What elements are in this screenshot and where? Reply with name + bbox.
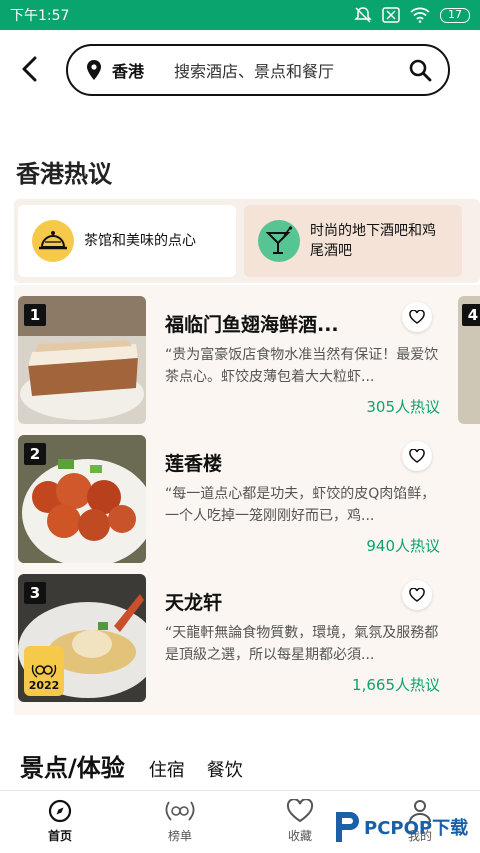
save-button[interactable] <box>402 580 432 610</box>
theme-label: 茶馆和美味的点心 <box>84 233 196 249</box>
top-bar: 香港 搜索酒店、景点和餐厅 <box>0 30 480 110</box>
pcpop-logo-icon <box>336 812 359 842</box>
mention-count: 1,665人热议 <box>352 676 440 694</box>
location-pin-icon <box>87 60 101 80</box>
chevron-left-icon <box>22 56 37 82</box>
list-item[interactable]: 1 福临门鱼翅海鲜酒... “贵为富豪饭店食物水准当然有保证！最爱饮茶点心。虾饺… <box>18 296 460 424</box>
restaurant-photo[interactable]: 2 <box>18 435 146 563</box>
battery-indicator: 17 <box>440 7 470 23</box>
nav-favorites[interactable]: 收藏 <box>260 799 340 844</box>
back-button[interactable] <box>14 54 44 84</box>
watermark: PCPOP下载 <box>332 808 468 846</box>
status-icons: 17 <box>354 6 470 24</box>
heart-icon <box>409 588 425 602</box>
nav-home[interactable]: 首页 <box>20 799 100 844</box>
restaurant-name[interactable]: 天龙轩 <box>165 588 345 615</box>
restaurant-photo[interactable]: 1 <box>18 296 146 424</box>
city-label[interactable]: 香港 <box>112 58 144 82</box>
restaurant-photo[interactable]: 3 2022 <box>18 574 146 702</box>
review-snippet: “贵为富豪饭店食物水准当然有保证！最爱饮茶点心。虾饺皮薄包着大大粒虾... <box>165 347 439 385</box>
theme-label: 时尚的地下酒吧和鸡尾酒吧 <box>310 223 436 259</box>
list-item[interactable]: 2 莲香楼 “每一道点心都是功夫，虾饺的皮Q肉馅鲜，一个人吃掉一笼刚刚好而已，鸡… <box>18 435 460 563</box>
next-card-peek[interactable]: 4 <box>458 296 480 424</box>
save-button[interactable] <box>402 441 432 471</box>
cocktail-icon <box>258 220 300 262</box>
section-title: 香港热议 <box>16 160 112 188</box>
rank-badge: 3 <box>24 582 46 604</box>
heart-icon <box>286 799 314 823</box>
review-snippet: “天龍軒無論食物質數，環境，氣氛及服務都是頂級之選，所以每星期都必須... <box>165 625 439 663</box>
status-time: 下午1:57 <box>10 8 70 24</box>
mention-count: 940人热议 <box>366 537 440 555</box>
rank-badge: 2 <box>24 443 46 465</box>
tab-dining[interactable]: 餐饮 <box>207 756 243 782</box>
restaurant-name[interactable]: 莲香楼 <box>165 449 345 476</box>
restaurant-list: 1 福临门鱼翅海鲜酒... “贵为富豪饭店食物水准当然有保证！最爱饮茶点心。虾饺… <box>14 285 480 715</box>
list-item[interactable]: 3 2022 天龙轩 “天龍軒無論食物質數，環境，氣氛及服務都是頂級之選，所以每… <box>18 574 460 702</box>
award-badge: 2022 <box>24 646 64 696</box>
theme-card-dimsum[interactable]: 茶馆和美味的点心 <box>18 205 236 277</box>
status-bar: 下午1:57 17 <box>0 0 480 30</box>
theme-card-bars[interactable]: 时尚的地下酒吧和鸡尾酒吧 <box>244 205 462 277</box>
heart-icon <box>409 449 425 463</box>
nav-label: 收藏 <box>287 829 312 843</box>
mention-count: 305人热议 <box>366 398 440 416</box>
mute-icon <box>354 7 372 23</box>
review-snippet: “每一道点心都是功夫，虾饺的皮Q肉馅鲜，一个人吃掉一笼刚刚好而已，鸡... <box>165 486 436 524</box>
category-tabs: 景点/体验 住宿 餐饮 <box>20 748 265 783</box>
watermark-text: PCPOP下载 <box>364 818 469 839</box>
tab-attractions[interactable]: 景点/体验 <box>20 748 125 783</box>
search-bar[interactable]: 香港 搜索酒店、景点和餐厅 <box>66 44 450 96</box>
nav-rankings[interactable]: 榜单 <box>140 799 220 844</box>
rank-badge: 1 <box>24 304 46 326</box>
nav-label: 榜单 <box>167 829 192 843</box>
award-year: 2022 <box>28 679 60 692</box>
sim-off-icon <box>382 7 400 23</box>
bell-dish-icon <box>32 220 74 262</box>
restaurant-name[interactable]: 福临门鱼翅海鲜酒... <box>165 310 345 337</box>
save-button[interactable] <box>402 302 432 332</box>
wifi-icon <box>410 7 430 23</box>
search-input[interactable]: 搜索酒店、景点和餐厅 <box>174 58 408 82</box>
theme-selector: 茶馆和美味的点心 时尚的地下酒吧和鸡尾酒吧 <box>14 199 480 283</box>
heart-icon <box>409 310 425 324</box>
tab-hotels[interactable]: 住宿 <box>149 756 185 782</box>
laurel-icon <box>165 801 195 821</box>
compass-icon <box>48 799 72 823</box>
owl-laurel-icon <box>31 664 57 678</box>
rank-badge: 4 <box>462 304 480 326</box>
search-icon[interactable] <box>408 58 432 82</box>
nav-label: 首页 <box>47 829 72 843</box>
